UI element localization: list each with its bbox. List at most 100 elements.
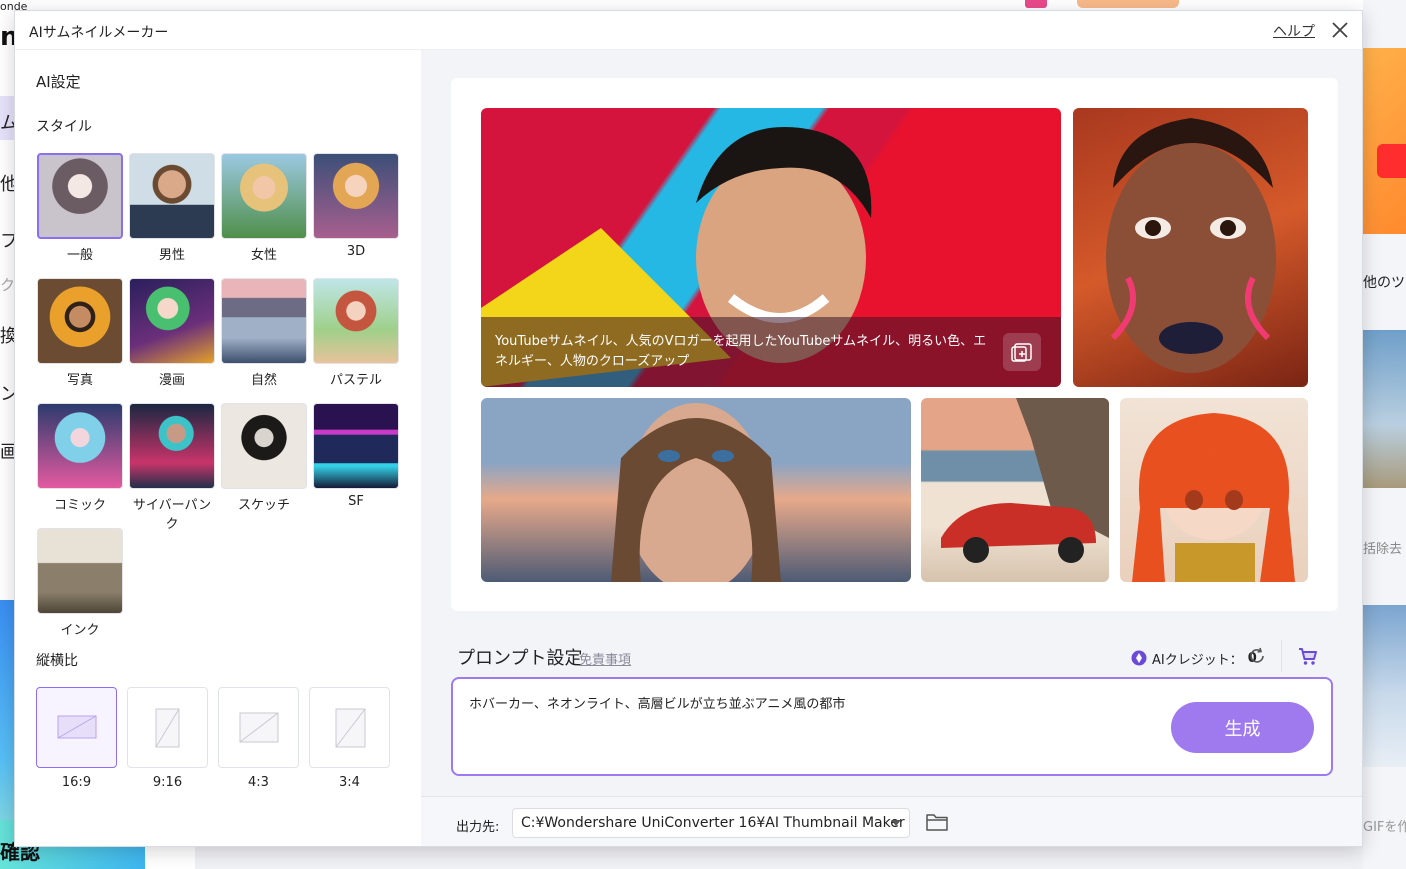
style-option-female[interactable]: 女性 bbox=[221, 153, 307, 263]
style-option-male[interactable]: 男性 bbox=[129, 153, 215, 263]
sample-image-illustration bbox=[941, 398, 1109, 563]
style-option-general[interactable]: 一般 bbox=[37, 153, 123, 263]
style-option-photo[interactable]: 写真 bbox=[37, 278, 123, 388]
style-label: 女性 bbox=[250, 248, 277, 263]
sample-caption: YouTubeサムネイル、人気のVロガーを起用したYouTubeサムネイル、明る… bbox=[495, 334, 987, 369]
aspect-ratio-16-9[interactable]: 16:9 bbox=[36, 687, 117, 790]
background-text: ク bbox=[0, 276, 16, 294]
style-label: 一般 bbox=[66, 248, 93, 263]
ratio-3-4-icon bbox=[335, 708, 366, 748]
ratio-9-16-icon bbox=[155, 708, 180, 748]
sample-image-woman-sunset[interactable] bbox=[481, 398, 911, 582]
style-option-sketch[interactable]: スケッチ bbox=[221, 403, 307, 513]
style-option-cyberpunk[interactable]: サイバーパンク bbox=[129, 403, 215, 532]
style-thumbnail bbox=[37, 278, 123, 364]
cart-icon[interactable] bbox=[1297, 645, 1319, 667]
style-thumbnail bbox=[129, 403, 215, 489]
style-thumbnail bbox=[221, 278, 307, 364]
sample-gallery: YouTubeサムネイル、人気のVロガーを起用したYouTubeサムネイル、明る… bbox=[451, 78, 1338, 611]
background-text: 括除去 bbox=[1363, 542, 1403, 557]
background-card-image bbox=[1363, 48, 1406, 234]
ratio-label: 3:4 bbox=[339, 775, 360, 790]
style-thumbnail bbox=[313, 278, 399, 364]
ratio-box bbox=[309, 687, 390, 768]
aspect-ratio-3-4[interactable]: 3:4 bbox=[309, 687, 390, 790]
preview-panel: YouTubeサムネイル、人気のVロガーを起用したYouTubeサムネイル、明る… bbox=[421, 50, 1362, 846]
sample-image-portrait-woman[interactable] bbox=[1073, 108, 1308, 387]
background-badge bbox=[1077, 0, 1179, 8]
title-bar: AIサムネイルメーカー ヘルプ bbox=[15, 11, 1362, 50]
aspect-ratio-4-3[interactable]: 4:3 bbox=[218, 687, 299, 790]
ratio-box bbox=[127, 687, 208, 768]
style-thumbnail bbox=[129, 278, 215, 364]
ratio-16-9-icon bbox=[57, 715, 97, 739]
sample-image-anime-warrior[interactable] bbox=[1120, 398, 1308, 582]
settings-panel: AI設定 スタイル 一般 男性 女性 3D 写真 漫画 自然 パステル コミック… bbox=[15, 50, 421, 846]
aspect-ratio-heading: 縦横比 bbox=[36, 653, 78, 669]
style-option-comic[interactable]: コミック bbox=[37, 403, 123, 513]
folder-icon[interactable] bbox=[925, 811, 949, 833]
style-label: インク bbox=[60, 623, 100, 638]
copy-prompt-icon[interactable] bbox=[1003, 333, 1041, 371]
style-heading: スタイル bbox=[36, 119, 92, 135]
ratio-box bbox=[218, 687, 299, 768]
style-label: 3D bbox=[346, 244, 366, 259]
aspect-ratio-9-16[interactable]: 9:16 bbox=[127, 687, 208, 790]
dialog-title: AIサムネイルメーカー bbox=[29, 25, 169, 41]
style-option-ink[interactable]: インク bbox=[37, 528, 123, 638]
ratio-4-3-icon bbox=[239, 712, 279, 743]
style-label: スケッチ bbox=[237, 498, 290, 513]
background-app-footer bbox=[195, 846, 1363, 869]
style-thumbnail bbox=[313, 403, 399, 489]
generate-button[interactable]: 生成 bbox=[1171, 702, 1314, 753]
prompt-input[interactable] bbox=[469, 695, 1149, 710]
ai-credit: AIクレジット： 0 bbox=[1131, 647, 1257, 669]
style-option-nature[interactable]: 自然 bbox=[221, 278, 307, 388]
style-thumbnail bbox=[37, 153, 123, 239]
ai-thumbnail-maker-dialog: AIサムネイルメーカー ヘルプ AI設定 スタイル 一般 男性 女性 3D 写真… bbox=[14, 10, 1363, 847]
style-option-manga[interactable]: 漫画 bbox=[129, 278, 215, 388]
chevron-down-icon bbox=[891, 820, 901, 826]
style-thumbnail bbox=[37, 528, 123, 614]
background-gift-icon bbox=[1025, 0, 1047, 8]
style-label: パステル bbox=[329, 373, 382, 388]
style-label: SF bbox=[348, 494, 364, 509]
background-app-cards: 他のツー 括除去 GIFを作 bbox=[1363, 0, 1406, 869]
help-link[interactable]: ヘルプ bbox=[1273, 21, 1315, 41]
style-thumbnail bbox=[221, 403, 307, 489]
background-text: GIFを作 bbox=[1363, 820, 1406, 835]
output-label: 出力先: bbox=[456, 820, 500, 835]
style-label: 男性 bbox=[158, 248, 185, 263]
style-thumbnail bbox=[313, 153, 399, 239]
ai-credit-label: AIクレジット： bbox=[1152, 652, 1243, 668]
style-option-pastel[interactable]: パステル bbox=[313, 278, 399, 388]
ratio-label: 16:9 bbox=[61, 775, 92, 790]
style-label: コミック bbox=[53, 498, 106, 513]
close-icon[interactable] bbox=[1329, 19, 1351, 41]
prompt-input-box: 生成 bbox=[451, 677, 1333, 776]
sample-image-illustration bbox=[1132, 413, 1295, 582]
sample-image-red-car[interactable] bbox=[921, 398, 1109, 582]
disclaimer-link[interactable]: 免責事項 bbox=[579, 649, 631, 668]
background-card-image bbox=[1363, 330, 1406, 488]
output-path-select[interactable]: C:¥Wondershare UniConverter 16¥AI Thumbn… bbox=[512, 808, 910, 838]
background-app-header bbox=[195, 0, 1406, 10]
style-thumbnail bbox=[221, 153, 307, 239]
style-option-sf[interactable]: SF bbox=[313, 403, 399, 509]
background-text: 他のツー bbox=[1363, 275, 1406, 291]
style-option-3d[interactable]: 3D bbox=[313, 153, 399, 259]
sample-image-illustration bbox=[1106, 118, 1276, 373]
play-icon bbox=[1377, 144, 1406, 178]
ratio-box bbox=[36, 687, 117, 768]
ai-credit-icon bbox=[1131, 650, 1147, 666]
sample-image-vlogger[interactable]: YouTubeサムネイル、人気のVロガーを起用したYouTubeサムネイル、明る… bbox=[481, 108, 1061, 387]
ratio-label: 4:3 bbox=[248, 775, 269, 790]
divider bbox=[1281, 640, 1282, 672]
style-label: 漫画 bbox=[158, 373, 185, 388]
refresh-icon[interactable] bbox=[1247, 646, 1267, 666]
style-thumbnail bbox=[129, 153, 215, 239]
style-label: 自然 bbox=[250, 373, 277, 388]
caption-overlay: YouTubeサムネイル、人気のVロガーを起用したYouTubeサムネイル、明る… bbox=[481, 317, 1061, 387]
output-bar: 出力先: C:¥Wondershare UniConverter 16¥AI T… bbox=[421, 796, 1362, 846]
style-label: 写真 bbox=[66, 373, 93, 388]
